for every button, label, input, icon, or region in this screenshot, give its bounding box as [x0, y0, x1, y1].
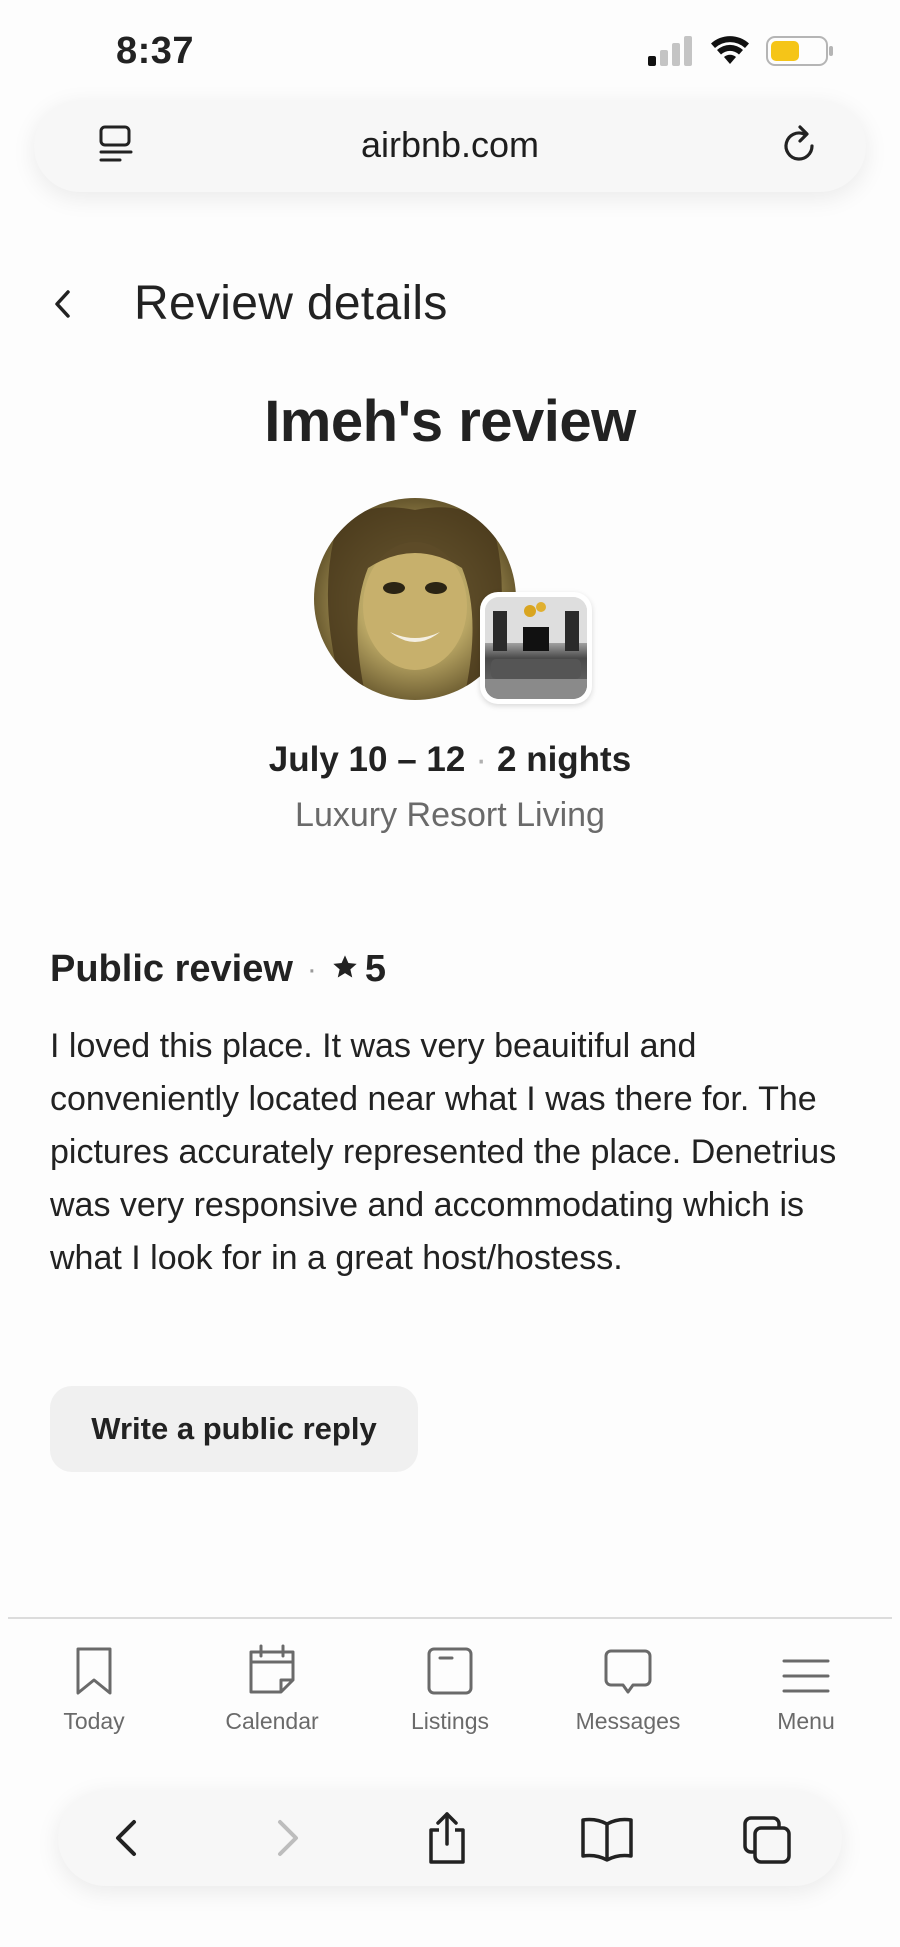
url-text[interactable]: airbnb.com: [34, 124, 866, 166]
tab-label: Today: [63, 1708, 125, 1734]
rating-value: 5: [364, 948, 387, 990]
tab-label: Menu: [777, 1708, 835, 1734]
separator-dot: ·: [306, 952, 317, 986]
reload-icon[interactable]: [780, 122, 820, 171]
forward-arrow-icon[interactable]: [270, 1810, 306, 1871]
tab-label: Calendar: [225, 1708, 319, 1734]
stay-dates: July 10 – 12: [268, 740, 466, 779]
public-review-label: Public review: [50, 948, 293, 990]
tab-menu[interactable]: Menu: [736, 1640, 876, 1735]
write-public-reply-button[interactable]: Write a public reply: [50, 1386, 418, 1472]
avatar-group: [314, 498, 594, 708]
listings-icon: [380, 1640, 520, 1696]
battery-icon: [766, 36, 833, 66]
share-icon[interactable]: [424, 1810, 470, 1871]
tab-calendar[interactable]: Calendar: [202, 1640, 342, 1735]
stay-nights: 2 nights: [497, 740, 632, 779]
menu-icon: [736, 1640, 876, 1696]
review-heading: Imeh's review: [264, 389, 636, 454]
public-review-header: Public review · 5: [50, 948, 386, 991]
separator-dot: ·: [475, 740, 487, 779]
back-arrow-icon[interactable]: [108, 1810, 144, 1871]
star-icon: [331, 948, 359, 991]
listing-name: Luxury Resort Living: [295, 796, 605, 834]
cellular-signal-icon: [648, 36, 692, 66]
calendar-icon: [202, 1640, 342, 1696]
listing-thumbnail: [480, 592, 592, 704]
address-bar[interactable]: airbnb.com: [34, 100, 866, 192]
divider: [8, 1617, 892, 1619]
bookmark-icon: [24, 1640, 164, 1696]
tab-label: Listings: [411, 1708, 489, 1734]
review-text: I loved this place. It was very beauitif…: [50, 1027, 837, 1277]
status-bar: 8:37: [0, 0, 900, 100]
browser-toolbar: [58, 1790, 842, 1886]
wifi-icon: [711, 36, 749, 64]
book-icon[interactable]: [580, 1810, 634, 1871]
tab-messages[interactable]: Messages: [558, 1640, 698, 1735]
stay-details: July 10 – 12 · 2 nights: [0, 740, 900, 780]
tab-bar: Today Calendar Listings Messages Menu: [0, 1640, 900, 1750]
tab-today[interactable]: Today: [24, 1640, 164, 1735]
chevron-left-icon[interactable]: [50, 284, 76, 329]
page-header: Review details: [0, 270, 900, 340]
message-icon: [558, 1640, 698, 1696]
page-title: Review details: [134, 277, 448, 330]
tabs-icon[interactable]: [742, 1810, 792, 1871]
tab-label: Messages: [575, 1708, 681, 1734]
tab-listings[interactable]: Listings: [380, 1640, 520, 1735]
status-icons: [648, 36, 834, 66]
status-time: 8:37: [116, 30, 195, 72]
